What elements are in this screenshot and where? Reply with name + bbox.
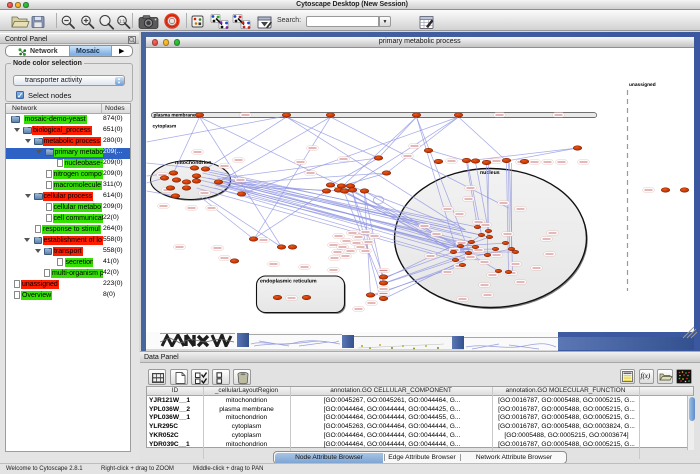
svg-text:nucleus: nucleus bbox=[480, 170, 500, 176]
svg-text:cytoplasm: cytoplasm bbox=[152, 124, 176, 130]
svg-text:mitochondrion: mitochondrion bbox=[175, 160, 211, 166]
svg-text:1:1: 1:1 bbox=[119, 18, 126, 23]
svg-text:endoplasmic reticulum: endoplasmic reticulum bbox=[260, 279, 317, 285]
svg-text:unassigned: unassigned bbox=[629, 82, 656, 88]
svg-text:plasma membrane: plasma membrane bbox=[153, 113, 195, 119]
